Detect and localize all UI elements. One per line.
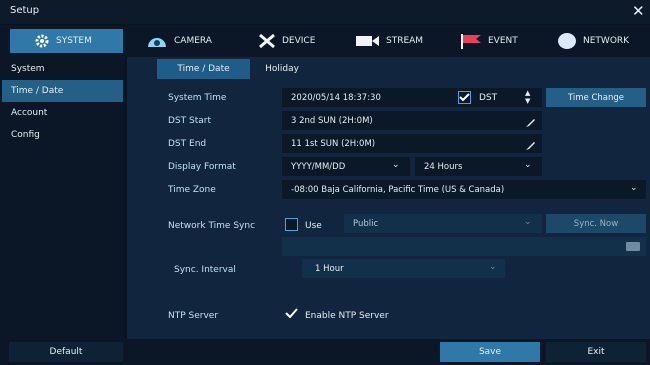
sidebar-item-config[interactable]: Config <box>2 124 123 146</box>
sidebar-item-time-date[interactable]: Time / Date <box>2 80 123 102</box>
tab-event[interactable]: EVENT <box>460 29 540 53</box>
time-format-select[interactable]: 24 Hours ⌄ <box>415 157 542 176</box>
keyboard-icon[interactable] <box>626 242 640 251</box>
chevron-down-icon: ⌄ <box>524 160 532 170</box>
date-format-value: YYYY/MM/DD <box>291 161 346 172</box>
video-icon <box>356 35 380 47</box>
time-format-value: 24 Hours <box>424 161 463 172</box>
tab-label: NETWORK <box>583 36 630 46</box>
sync-now-button[interactable]: Sync. Now <box>546 214 646 233</box>
system-time-field: 2020/05/14 18:37:30 <box>282 88 542 107</box>
pencil-icon[interactable] <box>525 113 537 132</box>
sync-interval-label: Sync. Interval <box>174 265 236 275</box>
gear-icon <box>34 33 50 49</box>
enable-ntp-label: Enable NTP Server <box>305 311 389 321</box>
time-zone-value: -08:00 Baja California, Pacific Time (US… <box>291 184 505 195</box>
camera-icon <box>146 34 168 48</box>
exit-button[interactable]: Exit <box>546 342 646 362</box>
check-icon <box>459 93 470 102</box>
title-bar <box>0 0 650 24</box>
dst-start-value: 3 2nd SUN (2H:0M) <box>291 115 373 126</box>
check-icon <box>284 308 298 318</box>
tab-label: CAMERA <box>174 36 212 46</box>
time-server-value: Public <box>353 218 379 229</box>
pencil-icon[interactable] <box>525 136 537 155</box>
dst-checkbox[interactable] <box>458 91 471 104</box>
ntp-server-label: NTP Server <box>168 311 219 321</box>
tab-stream[interactable]: STREAM <box>356 29 436 53</box>
tab-camera[interactable]: CAMERA <box>146 29 226 53</box>
sync-interval-select[interactable]: 1 Hour ⌄ <box>302 259 505 278</box>
use-checkbox[interactable] <box>285 218 298 231</box>
dst-end-field[interactable]: 11 1st SUN (2H:0M) <box>282 134 542 153</box>
date-format-select[interactable]: YYYY/MM/DD ⌄ <box>282 157 410 176</box>
sidebar-item-account[interactable]: Account <box>2 102 123 124</box>
dst-start-field[interactable]: 3 2nd SUN (2H:0M) <box>282 111 542 130</box>
chevron-down-icon: ⌄ <box>392 160 400 170</box>
tab-time-date[interactable]: Time / Date <box>157 59 250 79</box>
globe-icon <box>557 32 577 50</box>
sidebar-item-system[interactable]: System <box>2 58 123 80</box>
time-zone-label: Time Zone <box>168 185 216 195</box>
save-button[interactable]: Save <box>440 342 540 362</box>
window-title: Setup <box>10 5 40 16</box>
system-time-label: System Time <box>168 93 227 103</box>
tab-device[interactable]: DEVICE <box>258 29 338 53</box>
dst-end-value: 11 1st SUN (2H:0M) <box>291 138 376 149</box>
tab-holiday[interactable]: Holiday <box>252 59 312 79</box>
tools-icon <box>258 33 276 49</box>
close-icon[interactable]: ✕ <box>632 2 645 20</box>
time-change-button[interactable]: Time Change <box>546 88 646 107</box>
display-format-label: Display Format <box>168 162 236 172</box>
dst-label: DST <box>479 93 498 103</box>
time-server-select[interactable]: Public ⌄ <box>344 214 542 233</box>
sync-interval-value: 1 Hour <box>315 263 344 274</box>
dst-end-label: DST End <box>168 139 207 149</box>
chevron-down-icon: ⌄ <box>489 262 497 272</box>
tab-label: STREAM <box>386 36 424 46</box>
tab-network[interactable]: NETWORK <box>557 29 642 53</box>
tab-label: SYSTEM <box>56 36 92 46</box>
flag-icon <box>460 33 482 49</box>
chevron-down-icon: ⌄ <box>524 217 532 227</box>
tab-label: EVENT <box>488 36 518 46</box>
chevron-down-icon: ⌄ <box>630 183 638 193</box>
enable-ntp-checkbox[interactable] <box>284 306 298 320</box>
tab-label: DEVICE <box>282 36 316 46</box>
use-label: Use <box>305 221 322 231</box>
time-zone-select[interactable]: -08:00 Baja California, Pacific Time (US… <box>282 180 646 199</box>
system-time-value: 2020/05/14 18:37:30 <box>291 92 381 103</box>
dst-start-label: DST Start <box>168 116 211 126</box>
network-time-sync-label: Network Time Sync <box>168 221 256 231</box>
spin-arrows-icon[interactable]: ▲ ▼ <box>525 89 530 105</box>
tab-system[interactable]: SYSTEM <box>10 29 123 53</box>
default-button[interactable]: Default <box>9 342 123 362</box>
time-server-address-field[interactable] <box>282 237 646 256</box>
